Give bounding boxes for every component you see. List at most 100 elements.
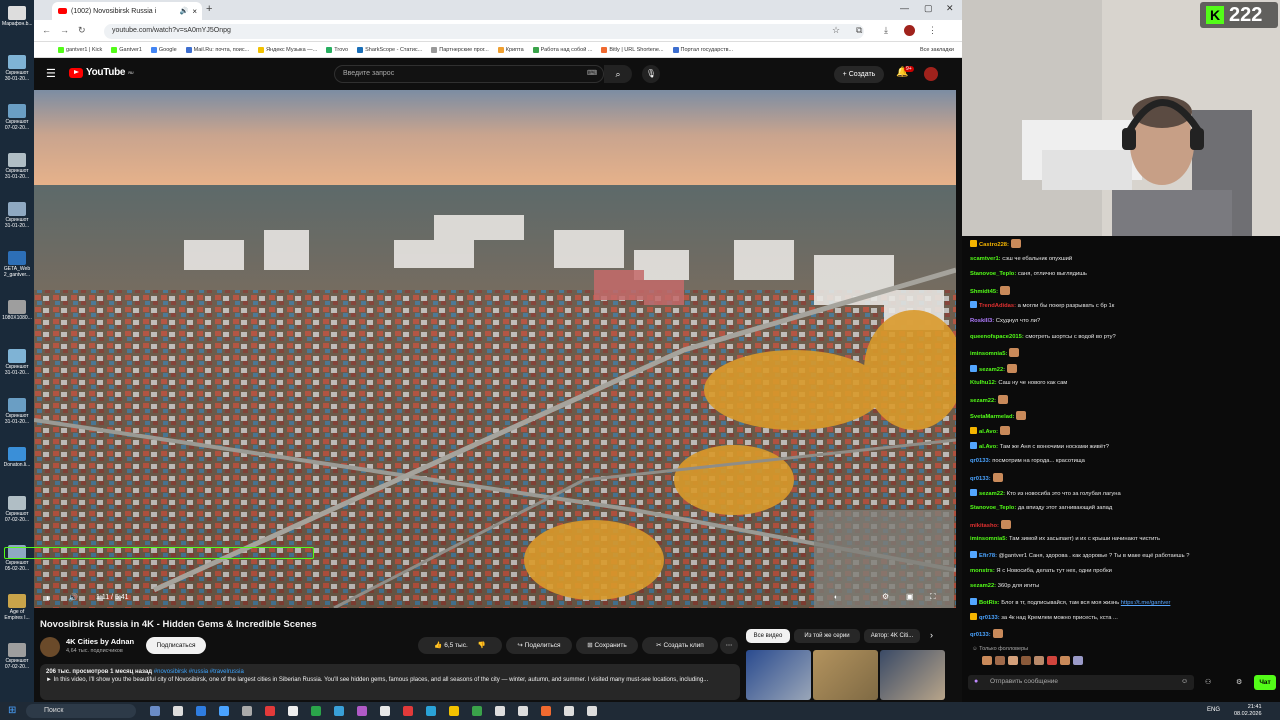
subscribe-button[interactable]: Подписаться (146, 637, 206, 654)
taskbar-app-icon[interactable] (541, 706, 551, 716)
chat-username[interactable]: qr0133: (970, 632, 991, 638)
menu-dots-icon[interactable]: ⋮ (928, 25, 937, 36)
taskbar-app-icon[interactable] (403, 706, 413, 716)
profile-avatar[interactable] (904, 25, 915, 36)
save-button[interactable]: ⊞ Сохранить (576, 637, 638, 654)
chevron-right-icon[interactable]: › (930, 630, 933, 640)
fullscreen-icon[interactable]: ⛶ (930, 592, 936, 602)
video-description[interactable]: 206 тыс. просмотров 1 месяц назад #novos… (40, 664, 740, 700)
chat-username[interactable]: qr0133: (970, 458, 991, 464)
chat-username[interactable]: TrendAdidas: (979, 303, 1016, 309)
bookmark-item[interactable]: Google (150, 46, 177, 53)
url-input[interactable]: youtube.com/watch?v=sA0mYJ5Onpg (104, 24, 864, 39)
chat-username[interactable]: SvetaMarmelad: (970, 414, 1014, 420)
chat-username[interactable]: Stanovoe_Teplo: (970, 271, 1016, 277)
clip-button[interactable]: ✂ Создать клип (642, 637, 718, 654)
emote-icon[interactable] (982, 656, 992, 665)
keyboard-language[interactable]: ENG (1207, 707, 1220, 713)
chat-settings-icon[interactable]: ⚙ (1236, 678, 1242, 686)
pause-icon[interactable]: ⏸ (46, 593, 51, 604)
bookmark-item[interactable]: Trovo (326, 46, 348, 53)
keyboard-icon[interactable]: ⌨ (587, 69, 597, 77)
chat-username[interactable]: Ktulhu12: (970, 380, 997, 386)
browser-tab[interactable]: (1002) Novosibirsk Russia i 🔊 × (52, 2, 202, 20)
taskbar-app-icon[interactable] (472, 706, 482, 716)
desktop-icon[interactable]: Скриншот 31-01-20... (2, 153, 32, 180)
desktop-icon[interactable]: 1080X1080... (2, 300, 32, 321)
youtube-logo[interactable]: YouTube RU (69, 67, 134, 78)
desktop-icon[interactable]: Скриншот 30-01-20... (2, 55, 32, 82)
taskbar-app-icon[interactable] (449, 706, 459, 716)
desktop-icon[interactable]: GETA_Web 2_gantver... (2, 251, 32, 278)
chat-username[interactable]: Castro228: (979, 242, 1009, 248)
video-player[interactable] (34, 90, 956, 608)
voice-search-button[interactable]: 🎙 (642, 65, 660, 83)
dislike-button[interactable]: 👎 (478, 642, 486, 649)
chip-author[interactable]: Автор: 4K Citi... (864, 629, 920, 643)
forward-icon[interactable]: → (60, 25, 69, 35)
taskbar-app-icon[interactable] (380, 706, 390, 716)
chip-all-videos[interactable]: Все видео (746, 629, 790, 643)
channel-avatar[interactable] (40, 637, 60, 657)
desktop-icon[interactable]: Скриншот 07-02-20... (2, 643, 32, 670)
bookmark-item[interactable]: Bitly | URL Shortene... (601, 46, 664, 53)
emote-icon[interactable] (1073, 656, 1083, 665)
emote-icon[interactable] (1021, 656, 1031, 665)
taskbar-app-icon[interactable] (150, 706, 160, 716)
taskbar-app-icon[interactable] (495, 706, 505, 716)
bookmark-item[interactable]: Gantver1 (111, 46, 142, 53)
chat-username[interactable]: al.Avo: (979, 429, 998, 435)
taskbar-app-icon[interactable] (564, 706, 574, 716)
all-bookmarks-button[interactable]: Все закладки (920, 47, 954, 53)
taskbar-app-icon[interactable] (196, 706, 206, 716)
chip-same-series[interactable]: Из той же серии (794, 629, 860, 643)
taskbar-app-icon[interactable] (334, 706, 344, 716)
bookmark-item[interactable]: Яндекс Музыка —... (258, 46, 317, 53)
download-icon[interactable]: ⤓ (884, 25, 888, 36)
chat-username[interactable]: iminsomnia5: (970, 351, 1007, 357)
bookmark-item[interactable]: gantver1 | Kick (58, 46, 102, 53)
extensions-icon[interactable]: ⧉ (856, 25, 862, 36)
chat-username[interactable]: Shmidt45: (970, 289, 998, 295)
chat-username[interactable]: Efir78: (979, 553, 997, 559)
desktop-icon[interactable]: Марафон.b... (2, 6, 32, 27)
taskbar-app-icon[interactable] (518, 706, 528, 716)
emote-bar[interactable] (982, 656, 1112, 666)
chat-link[interactable]: https://t.me/gantver (1121, 600, 1171, 606)
bookmark-item[interactable]: Партнерские прог... (431, 46, 489, 53)
desktop-icon[interactable]: Age of Empires I... (2, 594, 32, 621)
taskbar-clock[interactable]: 21:41 08.02.2026 (1234, 704, 1262, 718)
desktop-icon[interactable]: Donaton.li... (2, 447, 32, 468)
share-button[interactable]: ↪ Поделиться (506, 637, 572, 654)
bookmark-item[interactable]: Mail.Ru: почта, поис... (185, 46, 249, 53)
emote-icon[interactable] (1008, 656, 1018, 665)
chat-username[interactable]: sezam22: (979, 367, 1005, 373)
taskbar-app-icon[interactable] (587, 706, 597, 716)
send-chat-button[interactable]: Чат (1254, 675, 1276, 690)
chat-tools-icon[interactable]: ⚇ (1205, 678, 1211, 686)
desktop-icon[interactable]: Скриншот 07-02-20... (2, 104, 32, 131)
chat-username[interactable]: sezam22: (970, 398, 996, 404)
bookmark-item[interactable]: Портал государств... (672, 46, 733, 53)
new-tab-button[interactable]: + (206, 3, 212, 15)
emote-icon[interactable] (1034, 656, 1044, 665)
taskbar-app-icon[interactable] (242, 706, 252, 716)
taskbar-app-icon[interactable] (173, 706, 183, 716)
search-button[interactable]: ⌕ (604, 65, 632, 83)
related-video-thumbnail[interactable] (746, 650, 811, 700)
chat-username[interactable]: qr0133: (979, 615, 1000, 621)
channel-name[interactable]: 4K Cities by Adnan (66, 637, 134, 646)
chat-username[interactable]: sezam22: (979, 491, 1005, 497)
chat-username[interactable]: queenofspace2015: (970, 334, 1024, 340)
emoji-picker-icon[interactable]: ☺ (1181, 678, 1188, 685)
taskbar-search[interactable]: Поиск (26, 704, 136, 718)
related-video-thumbnail[interactable] (880, 650, 945, 700)
minimize-icon[interactable]: — (900, 3, 909, 13)
taskbar-app-icon[interactable] (426, 706, 436, 716)
like-button[interactable]: 👍 6,5 тыс. (434, 642, 467, 649)
reload-icon[interactable]: ↻ (78, 25, 86, 36)
desc-tags[interactable]: #novosibirsk #russia #travelrussia (154, 669, 244, 675)
desktop-icon[interactable]: Скриншот 31-01-20... (2, 349, 32, 376)
user-avatar[interactable] (924, 67, 938, 81)
emote-icon[interactable] (1060, 656, 1070, 665)
